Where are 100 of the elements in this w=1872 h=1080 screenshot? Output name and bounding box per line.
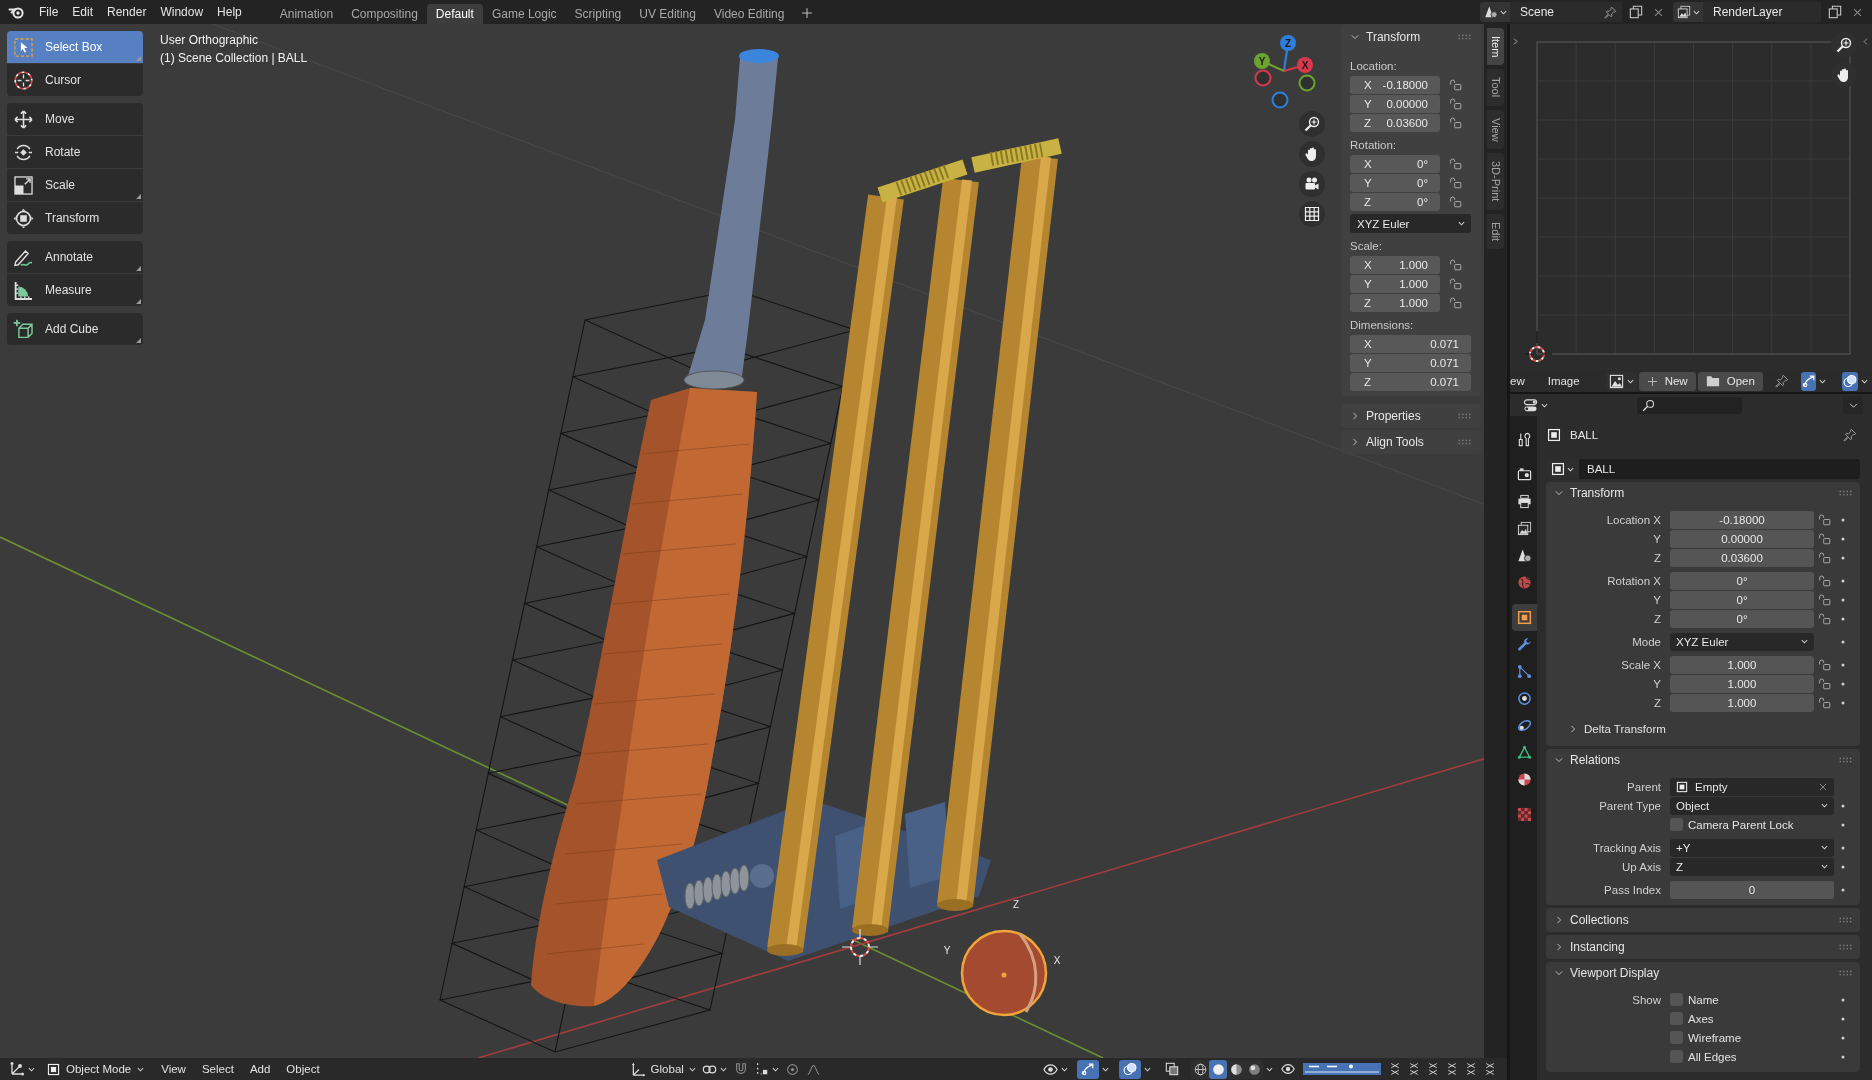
axis-handle[interactable]: [1297, 57, 1313, 73]
workspace-tab[interactable]: Compositing: [342, 4, 427, 24]
dropdown[interactable]: +Y: [1670, 838, 1834, 857]
properties-tab[interactable]: [1512, 604, 1537, 631]
open-image-button[interactable]: Open: [1697, 371, 1763, 391]
cross-icon[interactable]: [1409, 1062, 1419, 1076]
number-field[interactable]: Y 0.071: [1350, 353, 1471, 372]
chevron-left-icon[interactable]: [1861, 37, 1870, 46]
open-padlock-icon[interactable]: [1817, 612, 1831, 625]
workspace-tab[interactable]: Game Logic: [482, 4, 566, 24]
open-padlock-icon[interactable]: [1817, 658, 1831, 671]
open-padlock-icon[interactable]: [1817, 696, 1831, 709]
mode-dropdown[interactable]: Object Mode: [44, 1059, 148, 1079]
drag-handle-icon[interactable]: [1458, 439, 1471, 445]
checkbox[interactable]: [1670, 1012, 1683, 1025]
keyframe-dot-icon[interactable]: [1840, 996, 1846, 1003]
caret-icon[interactable]: [1102, 1065, 1109, 1073]
open-padlock-icon[interactable]: [1817, 593, 1831, 606]
shading-button[interactable]: [1209, 1059, 1227, 1079]
toggle-button[interactable]: [1077, 1059, 1099, 1079]
workspace-tab[interactable]: Animation: [270, 4, 343, 24]
tool-button[interactable]: Rotate: [7, 136, 143, 168]
open-padlock-icon[interactable]: [1449, 176, 1462, 189]
sidebar-tab[interactable]: Item: [1487, 28, 1504, 66]
tool-button[interactable]: Add Cube: [7, 313, 143, 345]
drag-handle-icon[interactable]: [1839, 917, 1852, 923]
number-field[interactable]: 1.000: [1670, 674, 1814, 693]
open-padlock-icon[interactable]: [1817, 677, 1831, 690]
axis-handle[interactable]: [1280, 35, 1296, 51]
caret-icon[interactable]: [1819, 377, 1827, 385]
logo-icon[interactable]: [8, 4, 24, 20]
3d-cursor-icon[interactable]: [841, 928, 879, 966]
checkbox[interactable]: [1670, 818, 1683, 831]
keyframe-dot-icon[interactable]: [1840, 516, 1846, 523]
open-padlock-icon[interactable]: [1817, 513, 1831, 526]
caret-icon[interactable]: [1266, 1065, 1273, 1073]
projection-button[interactable]: [1299, 201, 1325, 227]
keyframe-dot-icon[interactable]: [1840, 1034, 1846, 1041]
proportional-circle-icon[interactable]: [785, 1062, 799, 1076]
view-layer-type-button[interactable]: [1673, 2, 1703, 22]
menu-item[interactable]: Image: [1544, 375, 1588, 387]
number-field[interactable]: 0°: [1670, 571, 1814, 590]
number-field[interactable]: Z 0.03600: [1350, 113, 1440, 132]
keyframe-dot-icon[interactable]: [1840, 554, 1846, 561]
menu-item[interactable]: Edit: [65, 5, 101, 19]
copy-icon[interactable]: [1629, 5, 1643, 19]
panel-header[interactable]: Align Tools: [1350, 435, 1424, 449]
number-field[interactable]: 0: [1670, 880, 1834, 899]
menu-item[interactable]: Help: [210, 5, 249, 19]
tool-button[interactable]: Scale: [7, 169, 143, 201]
menu-item[interactable]: Render: [100, 5, 154, 19]
sidebar-tab[interactable]: Edit: [1487, 213, 1504, 249]
keyframe-dot-icon[interactable]: [1840, 638, 1846, 645]
keyframe-dot-icon[interactable]: [1840, 863, 1846, 870]
checkbox[interactable]: [1670, 993, 1683, 1006]
keyframe-dot-icon[interactable]: [1840, 577, 1846, 584]
pin-icon[interactable]: [1774, 374, 1789, 388]
dropdown[interactable]: Object: [1670, 796, 1834, 815]
number-field[interactable]: Z 0.071: [1350, 372, 1471, 391]
tool-button[interactable]: Cursor: [7, 64, 143, 96]
open-padlock-icon[interactable]: [1449, 78, 1462, 91]
open-padlock-icon[interactable]: [1817, 551, 1831, 564]
checkbox[interactable]: [1670, 1050, 1683, 1063]
number-field[interactable]: Y 1.000: [1350, 274, 1440, 293]
workspace-tab[interactable]: Default: [426, 4, 483, 24]
open-padlock-icon[interactable]: [1449, 195, 1462, 208]
chevron-right-icon[interactable]: [1511, 37, 1520, 46]
2d-cursor-icon[interactable]: [1525, 330, 1553, 362]
cross-icon[interactable]: [1485, 1062, 1495, 1076]
number-field[interactable]: Y 0°: [1350, 173, 1440, 192]
cross-icon[interactable]: [1428, 1062, 1438, 1076]
keyframe-dot-icon[interactable]: [1840, 821, 1846, 828]
scene-name-field[interactable]: Scene: [1510, 2, 1622, 22]
search-field[interactable]: [1637, 396, 1742, 414]
sidebar-tab[interactable]: 3D-Print: [1487, 153, 1504, 210]
panel-header[interactable]: Relations: [1554, 753, 1621, 767]
keyframe-dot-icon[interactable]: [1840, 1053, 1846, 1060]
cross-icon[interactable]: [1447, 1062, 1457, 1076]
number-field[interactable]: X 0°: [1350, 154, 1440, 173]
open-padlock-icon[interactable]: [1449, 157, 1462, 170]
keyframe-dot-icon[interactable]: [1840, 661, 1846, 668]
workspace-tab[interactable]: Video Editing: [704, 4, 794, 24]
panel-header[interactable]: Transform: [1554, 486, 1625, 500]
keyframe-dot-icon[interactable]: [1840, 1015, 1846, 1022]
drag-handle-icon[interactable]: [1458, 413, 1471, 419]
cross-icon[interactable]: [1390, 1062, 1400, 1076]
keyframe-dot-icon[interactable]: [1840, 699, 1846, 706]
dropdown[interactable]: XYZ Euler: [1670, 632, 1814, 651]
pin-icon[interactable]: [1604, 5, 1617, 19]
tool-button[interactable]: Select Box: [7, 31, 143, 63]
axis-handle[interactable]: [1254, 53, 1270, 69]
menu-item[interactable]: Select: [193, 1063, 242, 1075]
caret-icon[interactable]: [1567, 465, 1574, 473]
open-padlock-icon[interactable]: [1449, 116, 1462, 129]
open-padlock-icon[interactable]: [1817, 532, 1831, 545]
menu-item[interactable]: Window: [153, 5, 211, 19]
panel-header[interactable]: Transform: [1350, 30, 1421, 44]
sidebar-tab[interactable]: View: [1487, 109, 1504, 150]
pan-button[interactable]: [1299, 141, 1325, 167]
open-padlock-icon[interactable]: [1449, 277, 1462, 290]
